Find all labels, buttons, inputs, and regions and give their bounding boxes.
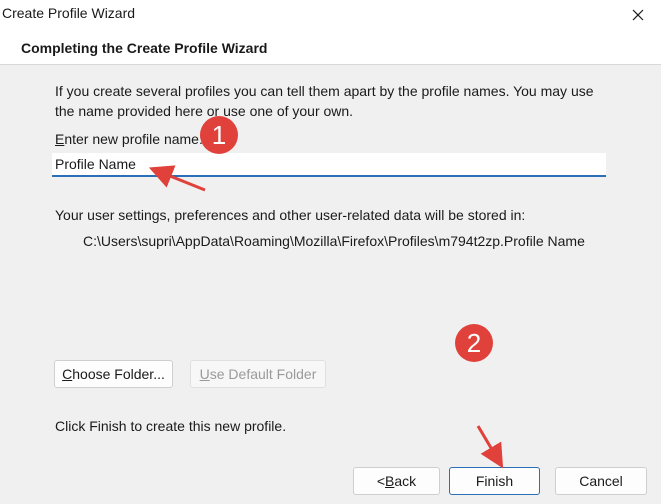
- window-title: Create Profile Wizard: [2, 5, 136, 21]
- profile-name-label-rest: nter new profile name:: [64, 131, 203, 147]
- profile-name-label-accel: E: [55, 131, 65, 147]
- wizard-header-title: Completing the Create Profile Wizard: [21, 40, 268, 56]
- use-default-rest: se Default Folder: [209, 366, 317, 382]
- finish-instruction: Click Finish to create this new profile.: [55, 418, 287, 434]
- storage-path: C:\Users\supri\AppData\Roaming\Mozilla\F…: [83, 233, 585, 249]
- profile-name-label: Enter new profile name:: [55, 129, 203, 149]
- cancel-button[interactable]: Cancel: [555, 467, 647, 495]
- step-badge-1: 1: [200, 116, 238, 154]
- intro-text: If you create several profiles you can t…: [55, 83, 594, 119]
- storage-location-label: Your user settings, preferences and othe…: [55, 207, 526, 223]
- close-icon: [632, 9, 644, 21]
- use-default-folder-button[interactable]: Use Default Folder: [190, 360, 326, 388]
- step-badge-2: 2: [455, 324, 493, 362]
- finish-button[interactable]: Finish: [449, 467, 540, 495]
- use-default-accel: U: [199, 366, 210, 382]
- back-accel: B: [385, 473, 395, 489]
- choose-folder-accel: C: [62, 366, 73, 382]
- close-button[interactable]: [615, 0, 661, 30]
- back-prefix: <: [376, 473, 386, 489]
- wizard-header: Completing the Create Profile Wizard: [0, 30, 661, 65]
- wizard-content: If you create several profiles you can t…: [0, 65, 661, 504]
- choose-folder-rest: hoose Folder...: [72, 366, 165, 382]
- choose-folder-button[interactable]: Choose Folder...: [54, 360, 173, 388]
- back-button[interactable]: < Back: [353, 467, 440, 495]
- back-rest: ack: [394, 473, 417, 489]
- title-bar: Create Profile Wizard: [0, 0, 661, 30]
- profile-name-input[interactable]: [52, 153, 606, 177]
